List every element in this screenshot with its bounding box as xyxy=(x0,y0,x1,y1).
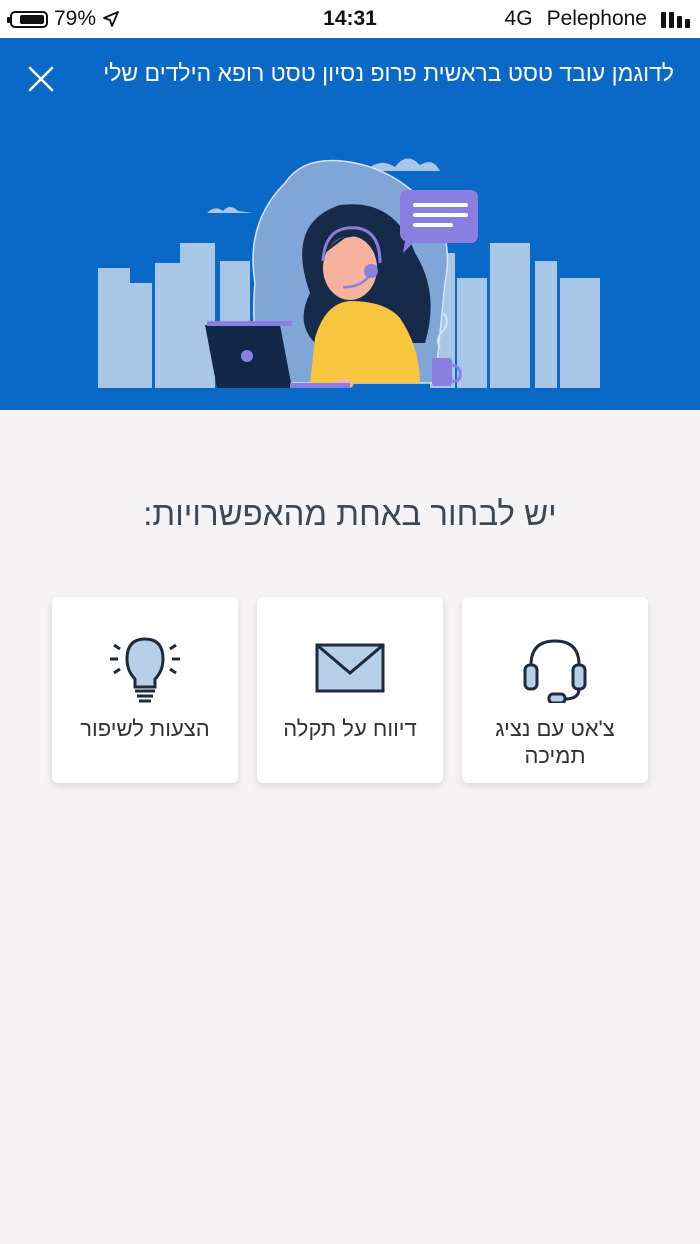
suggestions-card[interactable]: הצעות לשיפור xyxy=(52,597,238,783)
header-title: לדוגמן עובד טסט בראשית פרופ נסיון טסט רו… xyxy=(103,60,674,86)
options-prompt: יש לבחור באחת מהאפשרויות: xyxy=(143,495,557,532)
chat-with-support-label: צ'אט עם נציג תמיכה xyxy=(495,716,615,768)
chat-with-support-card[interactable]: צ'אט עם נציג תמיכה xyxy=(462,597,648,783)
signal-icon xyxy=(661,10,690,28)
support-agent-illustration xyxy=(98,158,600,388)
suggestions-label: הצעות לשיפור xyxy=(80,716,210,741)
report-issue-card[interactable]: דיווח על תקלה xyxy=(257,597,443,783)
envelope-icon xyxy=(315,643,385,693)
report-issue-label: דיווח על תקלה xyxy=(283,716,417,741)
status-bar: 79% 14:31 4G Pelephone xyxy=(0,0,700,38)
status-right: 4G Pelephone xyxy=(505,7,690,31)
lightbulb-icon xyxy=(110,637,180,703)
close-icon[interactable] xyxy=(26,64,56,94)
header-banner: לדוגמן עובד טסט בראשית פרופ נסיון טסט רו… xyxy=(0,38,700,410)
headset-icon xyxy=(523,639,587,703)
carrier-name: Pelephone xyxy=(546,7,647,30)
network-type: 4G xyxy=(504,7,533,30)
